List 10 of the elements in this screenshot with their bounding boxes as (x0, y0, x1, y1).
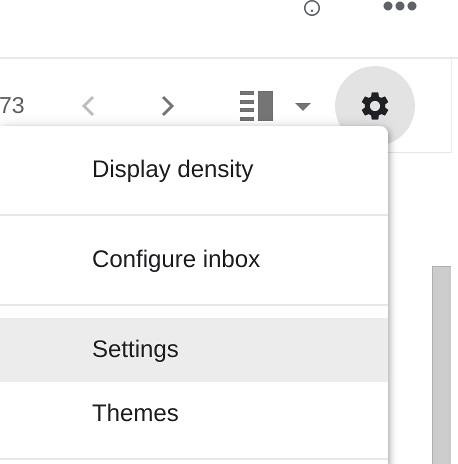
menu-item[interactable]: Themes (0, 382, 388, 446)
caret-icon[interactable] (295, 102, 311, 110)
menu-item[interactable]: Settings (0, 318, 388, 382)
split-pane-icon[interactable] (240, 90, 273, 120)
scrollbar[interactable] (432, 266, 451, 464)
menu-item[interactable]: Configure inbox (0, 228, 388, 292)
menu-item[interactable]: Display density (0, 138, 388, 202)
chevron-right-icon[interactable] (161, 94, 175, 116)
more-icon[interactable] (383, 1, 417, 11)
message-count: 73 (0, 92, 26, 119)
